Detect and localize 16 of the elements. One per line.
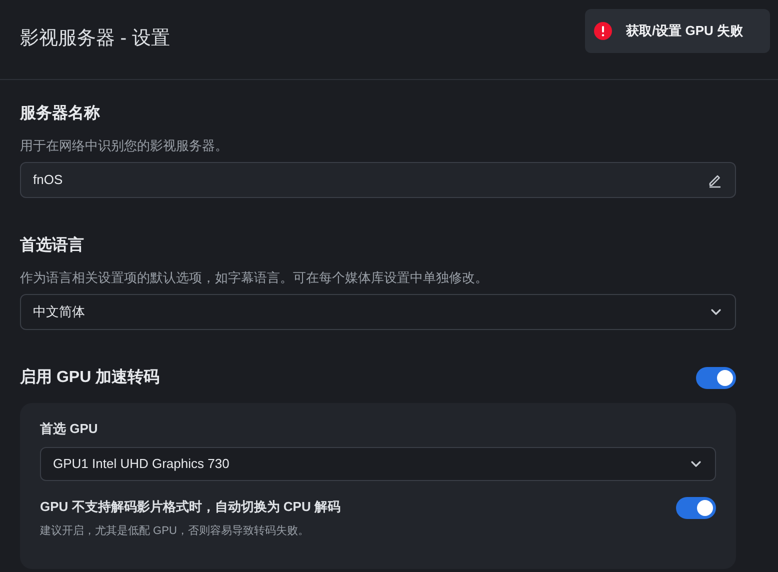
option-title: GPU 不支持解码影片格式时，自动切换为 CPU 解码: [40, 498, 340, 516]
section-description: 作为语言相关设置项的默认选项，如字幕语言。可在每个媒体库设置中单独修改。: [20, 269, 489, 287]
toggle-switch[interactable]: [676, 497, 716, 519]
page-title: 影视服务器 - 设置: [20, 27, 170, 52]
error-toast: 获取/设置 GPU 失败: [585, 9, 770, 53]
section-heading: 首选语言: [20, 235, 85, 256]
option-description: 建议开启，尤其是低配 GPU，否则容易导致转码失败。: [40, 524, 310, 538]
section-description: 用于在网络中识别您的影视服务器。: [20, 137, 229, 155]
dropdown[interactable]: GPU1 Intel UHD Graphics 730: [40, 447, 716, 481]
section-heading: 服务器名称: [20, 104, 101, 124]
text-field[interactable]: fnOS: [20, 162, 736, 198]
error-icon: [594, 22, 612, 40]
dropdown[interactable]: 中文简体: [20, 294, 736, 330]
field-label: 首选 GPU: [40, 420, 99, 438]
toggle-switch[interactable]: [696, 367, 736, 389]
section-heading: 启用 GPU 加速转码: [20, 367, 160, 388]
